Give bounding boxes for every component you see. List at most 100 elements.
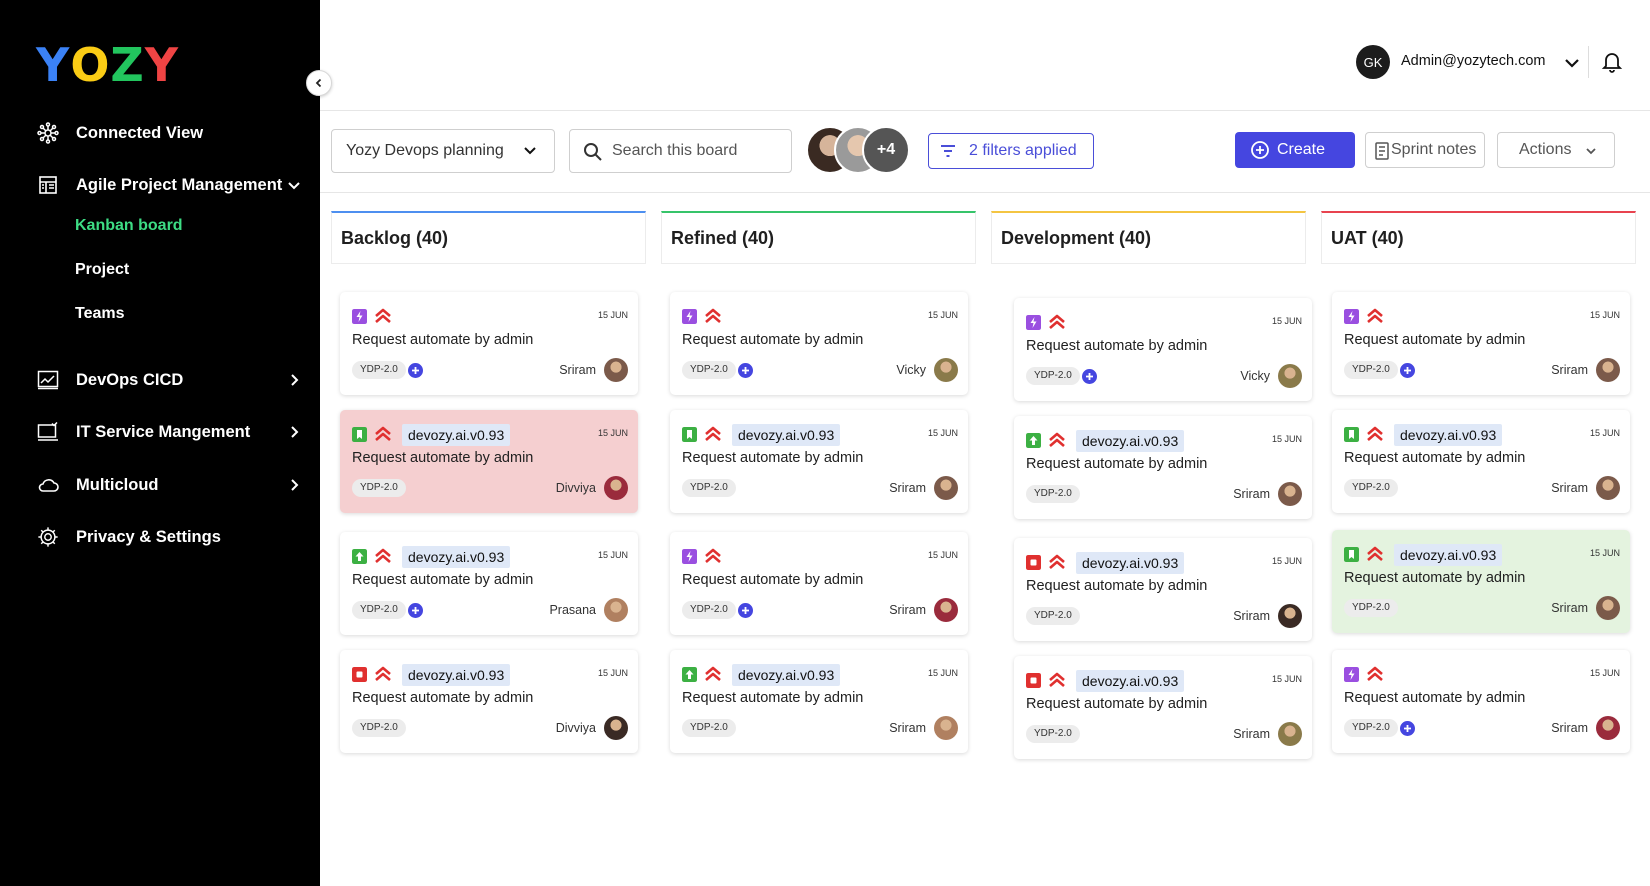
add-button[interactable] <box>1400 363 1415 378</box>
chevron-right-icon[interactable] <box>284 475 304 495</box>
divider <box>1588 46 1589 78</box>
assignee-avatar[interactable] <box>934 598 958 622</box>
assignee-name: Sriram <box>1233 487 1270 501</box>
avatar[interactable]: GK <box>1356 45 1390 79</box>
task-card[interactable]: devozy.ai.v0.93 15 JUN Request automate by… <box>1014 538 1312 641</box>
priority-highest-icon <box>1367 666 1383 681</box>
task-card[interactable]: devozy.ai.v0.93 15 JUN Request automate by… <box>670 650 968 753</box>
search-input[interactable] <box>612 140 782 162</box>
bookmark-icon <box>1344 427 1359 442</box>
assignee-name: Sriram <box>1551 363 1588 377</box>
add-button[interactable] <box>1400 721 1415 736</box>
due-date: 15 JUN <box>1589 310 1620 320</box>
yozy-logo[interactable]: YOZY <box>36 38 179 92</box>
bookmark-icon <box>682 427 697 442</box>
card-header-row: devozy.ai.v0.93 15 JUN <box>1026 552 1302 574</box>
plus-icon <box>742 367 749 374</box>
sidebar-subitem-kanban-board[interactable]: Kanban board <box>75 217 183 235</box>
priority-highest-icon <box>375 308 391 323</box>
task-card[interactable]: devozy.ai.v0.93 15 JUN Request automate by… <box>1332 530 1630 633</box>
task-card[interactable]: 15 JUN Request automate by admin YDP-2.0 Vi… <box>1014 298 1312 401</box>
assignee-avatar[interactable] <box>604 358 628 382</box>
lightning-icon <box>1026 315 1041 330</box>
sidebar-item-privacy-settings[interactable]: Privacy & Settings <box>0 517 320 557</box>
assignee-avatar[interactable] <box>1596 596 1620 620</box>
task-card[interactable]: devozy.ai.v0.93 15 JUN Request automate by… <box>670 410 968 513</box>
sidebar-item-multicloud[interactable]: Multicloud <box>0 465 320 505</box>
sidebar-item-label: Privacy & Settings <box>76 527 221 546</box>
sidebar-item-it-service[interactable]: IT Service Mangement <box>0 412 320 452</box>
card-footer-row: YDP-2.0 Sriram <box>1026 604 1302 628</box>
assignee-avatar[interactable] <box>934 476 958 500</box>
task-card[interactable]: devozy.ai.v0.93 15 JUN Request automate by… <box>1014 416 1312 519</box>
gear-icon <box>36 525 60 549</box>
sprint-pill: YDP-2.0 <box>1344 479 1398 497</box>
assignee-avatar[interactable] <box>1278 482 1302 506</box>
card-footer-row: YDP-2.0 Vicky <box>682 358 958 382</box>
assignee-avatar[interactable] <box>934 358 958 382</box>
sidebar-subitem-project[interactable]: Project <box>75 261 129 279</box>
search-box[interactable] <box>569 129 792 173</box>
add-button[interactable] <box>738 363 753 378</box>
chevron-down-icon[interactable] <box>284 175 304 195</box>
sprint-pill: YDP-2.0 <box>1026 367 1080 385</box>
board-select[interactable]: Yozy Devops planning <box>331 129 555 173</box>
task-card[interactable]: 15 JUN Request automate by admin YDP-2.0 Sr… <box>1332 650 1630 753</box>
filters-button[interactable]: 2 filters applied <box>928 133 1094 169</box>
actions-dropdown[interactable]: Actions <box>1497 132 1615 168</box>
add-button[interactable] <box>408 363 423 378</box>
task-card[interactable]: devozy.ai.v0.93 15 JUN Request automate by… <box>1332 410 1630 513</box>
assignee-avatar[interactable] <box>604 476 628 500</box>
chevron-right-icon[interactable] <box>284 422 304 442</box>
chevron-right-icon[interactable] <box>284 370 304 390</box>
sidebar-item-agile[interactable]: Agile Project Management <box>0 165 320 205</box>
plus-icon <box>1086 373 1093 380</box>
card-header-row: 15 JUN <box>1026 312 1302 334</box>
add-button[interactable] <box>738 603 753 618</box>
more-members-badge[interactable]: +4 <box>862 126 910 174</box>
assignee-avatar[interactable] <box>1278 364 1302 388</box>
assignee-avatar[interactable] <box>604 598 628 622</box>
sidebar-item-devops-cicd[interactable]: DevOps CICD <box>0 360 320 400</box>
card-footer-row: YDP-2.0 Divviya <box>352 476 628 500</box>
assignee-name: Vicky <box>1240 369 1270 383</box>
board-toolbar: Yozy Devops planning +4 2 filters applie… <box>320 111 1650 193</box>
assignee-avatar[interactable] <box>604 716 628 740</box>
assignee-avatar[interactable] <box>934 716 958 740</box>
due-date: 15 JUN <box>927 668 958 678</box>
create-button[interactable]: Create <box>1235 132 1355 168</box>
assignee-avatar[interactable] <box>1596 716 1620 740</box>
assignee-avatar[interactable] <box>1278 604 1302 628</box>
task-card[interactable]: 15 JUN Request automate by admin YDP-2.0 Vi… <box>670 292 968 395</box>
add-button[interactable] <box>1082 369 1097 384</box>
card-title: Request automate by admin <box>352 572 534 588</box>
team-members[interactable]: +4 <box>806 126 916 176</box>
task-card[interactable]: 15 JUN Request automate by admin YDP-2.0 Sr… <box>340 292 638 395</box>
task-card[interactable]: devozy.ai.v0.93 15 JUN Request automate by… <box>1014 656 1312 759</box>
bell-icon[interactable] <box>1600 50 1624 74</box>
assignee-name: Sriram <box>889 603 926 617</box>
sidebar-subitem-teams[interactable]: Teams <box>75 305 125 323</box>
priority-highest-icon <box>705 666 721 681</box>
chevron-down-icon[interactable] <box>1562 53 1582 73</box>
sprint-notes-button[interactable]: Sprint notes <box>1365 132 1485 168</box>
task-card[interactable]: devozy.ai.v0.93 15 JUN Request automate by… <box>340 650 638 753</box>
sidebar-item-connected-view[interactable]: Connected View <box>0 113 320 153</box>
arrow-up-icon <box>1026 433 1041 448</box>
sidebar-collapse-button[interactable] <box>306 70 332 96</box>
add-button[interactable] <box>408 603 423 618</box>
card-title: Request automate by admin <box>682 450 864 466</box>
lightning-icon <box>682 549 697 564</box>
task-card[interactable]: devozy.ai.v0.93 15 JUN Request automate by… <box>340 410 638 513</box>
top-bar: GK Admin@yozytech.com <box>320 0 1650 111</box>
assignee-avatar[interactable] <box>1278 722 1302 746</box>
user-email[interactable]: Admin@yozytech.com <box>1401 53 1545 69</box>
sprint-pill: YDP-2.0 <box>1026 485 1080 503</box>
task-card[interactable]: 15 JUN Request automate by admin YDP-2.0 Sr… <box>1332 292 1630 395</box>
assignee-avatar[interactable] <box>1596 358 1620 382</box>
release-tag: devozy.ai.v0.93 <box>1076 430 1185 452</box>
task-card[interactable]: 15 JUN Request automate by admin YDP-2.0 Sr… <box>670 532 968 635</box>
task-card[interactable]: devozy.ai.v0.93 15 JUN Request automate by… <box>340 532 638 635</box>
assignee-avatar[interactable] <box>1596 476 1620 500</box>
assignee-name: Sriram <box>889 481 926 495</box>
